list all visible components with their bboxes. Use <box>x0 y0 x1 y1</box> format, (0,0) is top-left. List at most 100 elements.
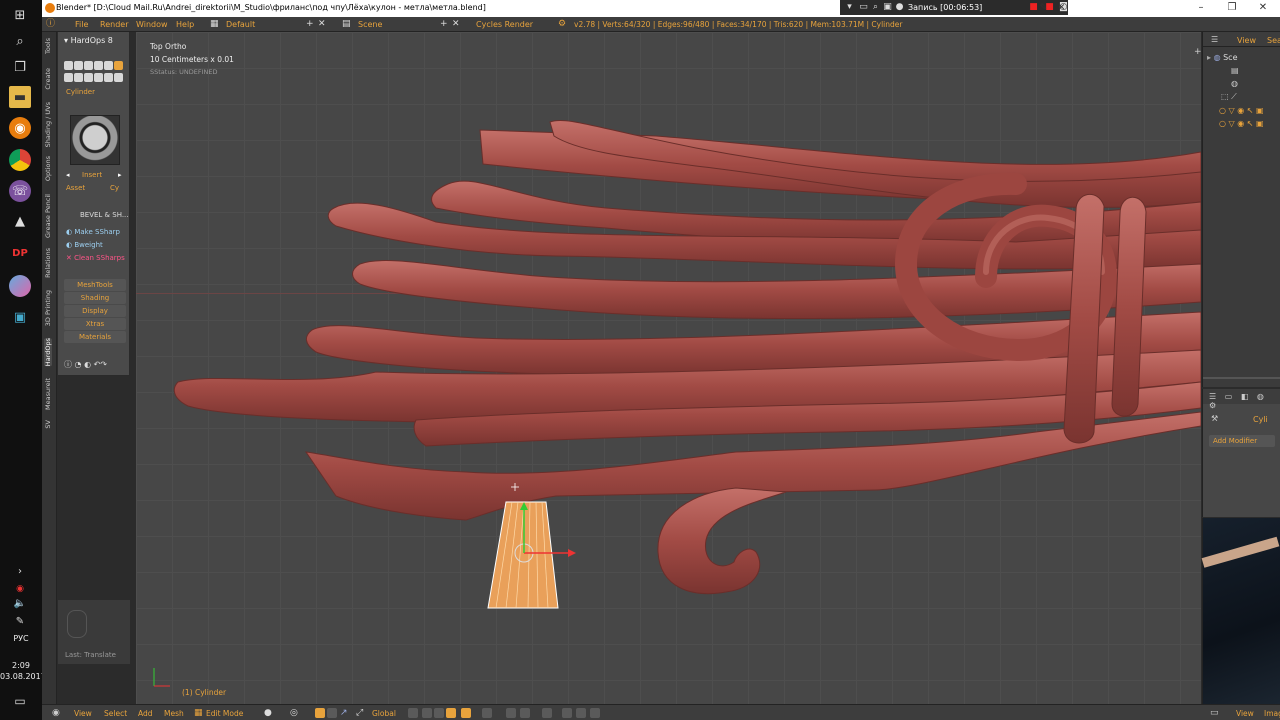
xtras-button[interactable]: Xtras <box>64 318 126 330</box>
menu-render[interactable]: Render <box>100 20 128 29</box>
file-explorer-icon[interactable]: ▬ <box>9 86 31 108</box>
object-row[interactable]: ○ ▽ ◉ ↖ ▣ <box>1219 119 1280 131</box>
layout-selector[interactable]: Default <box>226 20 255 29</box>
manipulator-translate-icon[interactable] <box>315 708 325 718</box>
notifications-icon[interactable]: ▭ <box>9 690 31 712</box>
object-row[interactable]: ○ ▽ ◉ ↖ ▣ <box>1219 106 1280 118</box>
outliner-view-menu[interactable]: View <box>1237 36 1256 45</box>
scene-selector[interactable]: Scene <box>358 20 382 29</box>
layout-icon[interactable]: ▦ <box>210 19 219 29</box>
opengl-animation-icon[interactable] <box>590 708 600 718</box>
menu-view[interactable]: View <box>74 709 92 718</box>
menu-help[interactable]: Help <box>176 20 194 29</box>
3d-viewport[interactable]: Top Ortho 10 Centimeters x 0.01 SStatus:… <box>136 32 1201 704</box>
area-split-icon[interactable]: + <box>1194 47 1201 57</box>
viber-icon[interactable]: ☏ <box>9 180 31 202</box>
render-engine-selector[interactable]: Cycles Render <box>476 20 533 29</box>
render-icon[interactable] <box>562 708 572 718</box>
chrome-icon[interactable] <box>9 149 31 171</box>
tool-icon[interactable] <box>104 73 113 82</box>
render-layer-row[interactable]: ▤ <box>1231 66 1280 78</box>
tool-icon[interactable] <box>104 61 113 70</box>
menu-file[interactable]: File <box>75 20 88 29</box>
task-view-icon[interactable]: ❐ <box>9 56 31 78</box>
outliner-search-menu[interactable]: Sea <box>1267 36 1280 45</box>
image-view-menu[interactable]: View <box>1236 709 1254 718</box>
asset-selector[interactable]: Asset <box>66 184 85 192</box>
pivot-icon[interactable]: ◎ <box>290 708 298 718</box>
properties-tab-icons[interactable]: ☰ ▭ ◧ ◍ ⚙ <box>1209 392 1280 410</box>
tab-create[interactable]: Create <box>44 68 52 90</box>
tool-icon[interactable] <box>114 61 123 70</box>
bweight-button[interactable]: ◐ Bweight <box>66 241 103 249</box>
layer-icon[interactable] <box>408 708 418 718</box>
occlude-geometry-icon[interactable] <box>461 708 471 718</box>
tool-icon[interactable] <box>84 73 93 82</box>
proportional-edit-icon[interactable] <box>482 708 492 718</box>
image-editor-icon[interactable]: ▭ <box>1210 708 1219 718</box>
tool-icon[interactable] <box>94 61 103 70</box>
add-layout-icon[interactable]: + <box>306 19 314 29</box>
camera-row[interactable]: ⬚ ⟋ <box>1221 92 1280 104</box>
remove-scene-icon[interactable]: ✕ <box>452 19 460 29</box>
object-name[interactable]: Cylinder <box>66 88 95 96</box>
broom-model[interactable]: + <box>136 32 1201 704</box>
outliner-scene-row[interactable]: ▸ ◍ Sce <box>1207 53 1280 65</box>
snap-target-icon[interactable] <box>542 708 552 718</box>
clean-ssharps-button[interactable]: ✕ Clean SSharps <box>66 254 125 262</box>
dropdown-icon[interactable]: ▾ <box>844 2 855 13</box>
manipulator-scale-icon[interactable]: ↗ <box>340 708 348 718</box>
menu-add[interactable]: Add <box>138 709 153 718</box>
tab-options[interactable]: Options <box>44 156 52 181</box>
tab-tools[interactable]: Tools <box>44 38 52 54</box>
tool-icon[interactable] <box>94 73 103 82</box>
outliner-editor-icon[interactable]: ☰ <box>1211 35 1218 44</box>
arrow-right-icon[interactable]: ▸ <box>118 171 122 179</box>
blender-taskbar-icon[interactable]: ◉ <box>9 117 31 139</box>
outliner-scrollbar[interactable] <box>1203 377 1280 379</box>
editor-type-icon[interactable]: ◉ <box>52 708 60 718</box>
close-recorder-icon[interactable]: ✕ <box>1056 3 1067 14</box>
hook[interactable] <box>657 487 787 595</box>
maximize-button[interactable]: ❐ <box>1215 0 1249 15</box>
asset-value[interactable]: Cy <box>110 184 119 192</box>
asset-preview[interactable] <box>70 115 120 165</box>
edge-select-icon[interactable] <box>434 708 444 718</box>
snap-element-icon[interactable] <box>520 708 530 718</box>
minimize-button[interactable]: – <box>1184 0 1218 15</box>
materials-button[interactable]: Materials <box>64 331 126 343</box>
shading-mode-icon[interactable]: ● <box>264 708 272 718</box>
remove-layout-icon[interactable]: ✕ <box>318 19 326 29</box>
bevel-panel-title[interactable]: BEVEL & SH... <box>80 211 129 219</box>
pencil-icon[interactable]: ✎ <box>1038 3 1049 14</box>
shading-button[interactable]: Shading <box>64 292 126 304</box>
tab-sv[interactable]: SV <box>44 420 52 429</box>
world-row[interactable]: ◍ <box>1231 79 1280 91</box>
add-scene-icon[interactable]: + <box>440 19 448 29</box>
zoom-icon[interactable]: ⌕ <box>870 2 881 13</box>
app-icon[interactable] <box>9 275 31 297</box>
clock[interactable]: 2:09 03.08.2017 <box>0 660 46 682</box>
arrow-left-icon[interactable]: ◂ <box>66 171 70 179</box>
tab-measureit[interactable]: Measureit <box>44 378 52 410</box>
pen-icon[interactable]: ✎ <box>9 610 31 632</box>
expand-icon[interactable]: ▸ <box>1207 53 1211 62</box>
editor-type-icon[interactable]: ⓘ <box>46 19 55 29</box>
menu-mesh[interactable]: Mesh <box>164 709 184 718</box>
close-button[interactable]: ✕ <box>1246 0 1280 15</box>
menu-select[interactable]: Select <box>104 709 127 718</box>
tool-icon[interactable] <box>74 61 83 70</box>
add-modifier-button[interactable]: Add Modifier <box>1209 435 1275 447</box>
hardops-footer-icons[interactable]: ⓘ ◔ ◐ ↶↷ <box>64 359 107 370</box>
tab-3d-printing[interactable]: 3D Printing <box>44 290 52 326</box>
image-menu[interactable]: Imag <box>1264 709 1280 718</box>
mode-selector[interactable]: Edit Mode <box>206 709 243 718</box>
snap-icon[interactable] <box>506 708 516 718</box>
inkscape-icon[interactable]: ▲ <box>9 210 31 232</box>
windows-start-icon[interactable]: ⊞ <box>9 4 31 26</box>
manipulator-rotate-icon[interactable] <box>327 708 337 718</box>
vertex-select-icon[interactable] <box>422 708 432 718</box>
tool-icon[interactable] <box>74 73 83 82</box>
pip-icon[interactable]: ▣ <box>882 2 893 13</box>
meshtools-button[interactable]: MeshTools <box>64 279 126 291</box>
